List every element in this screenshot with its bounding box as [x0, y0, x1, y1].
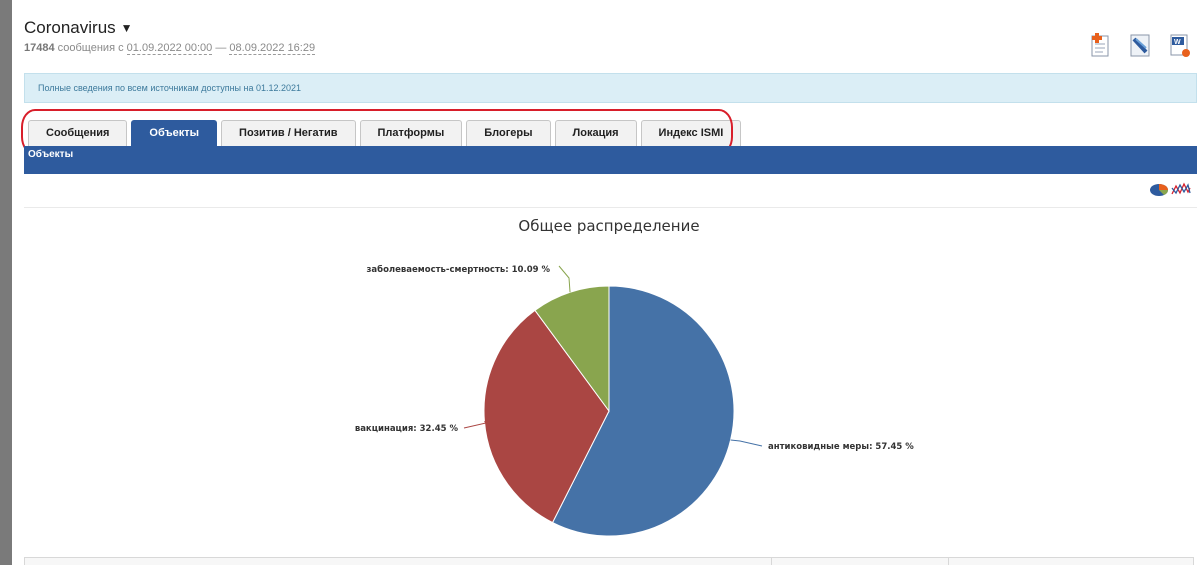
page-header: Coronavirus ▼ 17484 сообщения с 01.09.20… [24, 18, 316, 55]
toolbar: W [1089, 32, 1191, 58]
chart-view-switcher [1149, 180, 1191, 198]
message-count-suffix: сообщения с [54, 42, 127, 54]
pie-label-connector [558, 265, 571, 293]
pie-data-label: вакцинация: 32.45 % [355, 424, 459, 434]
data-table-header [24, 557, 1194, 565]
tab-platforms[interactable]: Платформы [359, 120, 463, 146]
table-column-divider [948, 558, 949, 565]
rss-feed-icon[interactable] [1129, 32, 1151, 58]
message-count: 17484 [24, 42, 55, 54]
divider [24, 207, 1197, 208]
line-chart-view-icon[interactable] [1171, 180, 1191, 198]
topic-selector[interactable]: Coronavirus ▼ [24, 18, 315, 38]
pie-label-connector [463, 420, 487, 429]
tab-messages[interactable]: Сообщения [28, 120, 128, 146]
pie-label-connector [730, 439, 763, 447]
word-export-icon[interactable]: W [1169, 32, 1191, 58]
pie-data-label: заболеваемость-смертность: 10.09 % [366, 264, 550, 275]
svg-text:W: W [1174, 39, 1181, 46]
page-title: Coronavirus [24, 18, 116, 37]
pie-chart-view-icon[interactable] [1149, 180, 1169, 198]
date-from-link[interactable]: 01.09.2022 00:00 [126, 42, 213, 55]
add-document-icon[interactable] [1089, 32, 1111, 58]
tab-bloggers[interactable]: Блогеры [466, 120, 551, 146]
tab-objects[interactable]: Объекты [131, 120, 218, 146]
tab-ismi-index[interactable]: Индекс ISMI [640, 120, 742, 146]
chart-title: Общее распределение [518, 217, 699, 235]
tab-positive-negative[interactable]: Позитив / Негатив [221, 120, 356, 146]
tab-bar: Сообщения Объекты Позитив / Негатив Плат… [28, 120, 742, 146]
info-notice: Полные сведения по всем источникам досту… [24, 73, 1197, 103]
caret-down-icon: ▼ [120, 21, 133, 35]
message-range: 17484 сообщения с 01.09.2022 00:00 — 08.… [24, 42, 316, 55]
main-panel: Coronavirus ▼ 17484 сообщения с 01.09.20… [12, 0, 1197, 565]
table-column-divider [771, 558, 772, 565]
pie-data-label: антиковидные меры: 57.45 % [768, 442, 914, 452]
section-title: Объекты [24, 146, 1197, 174]
tab-location[interactable]: Локация [554, 120, 637, 146]
pie-chart: Общее распределение антиковидные меры: 5… [355, 217, 914, 537]
date-to-link[interactable]: 08.09.2022 16:29 [229, 42, 316, 55]
date-separator: — [212, 42, 230, 54]
